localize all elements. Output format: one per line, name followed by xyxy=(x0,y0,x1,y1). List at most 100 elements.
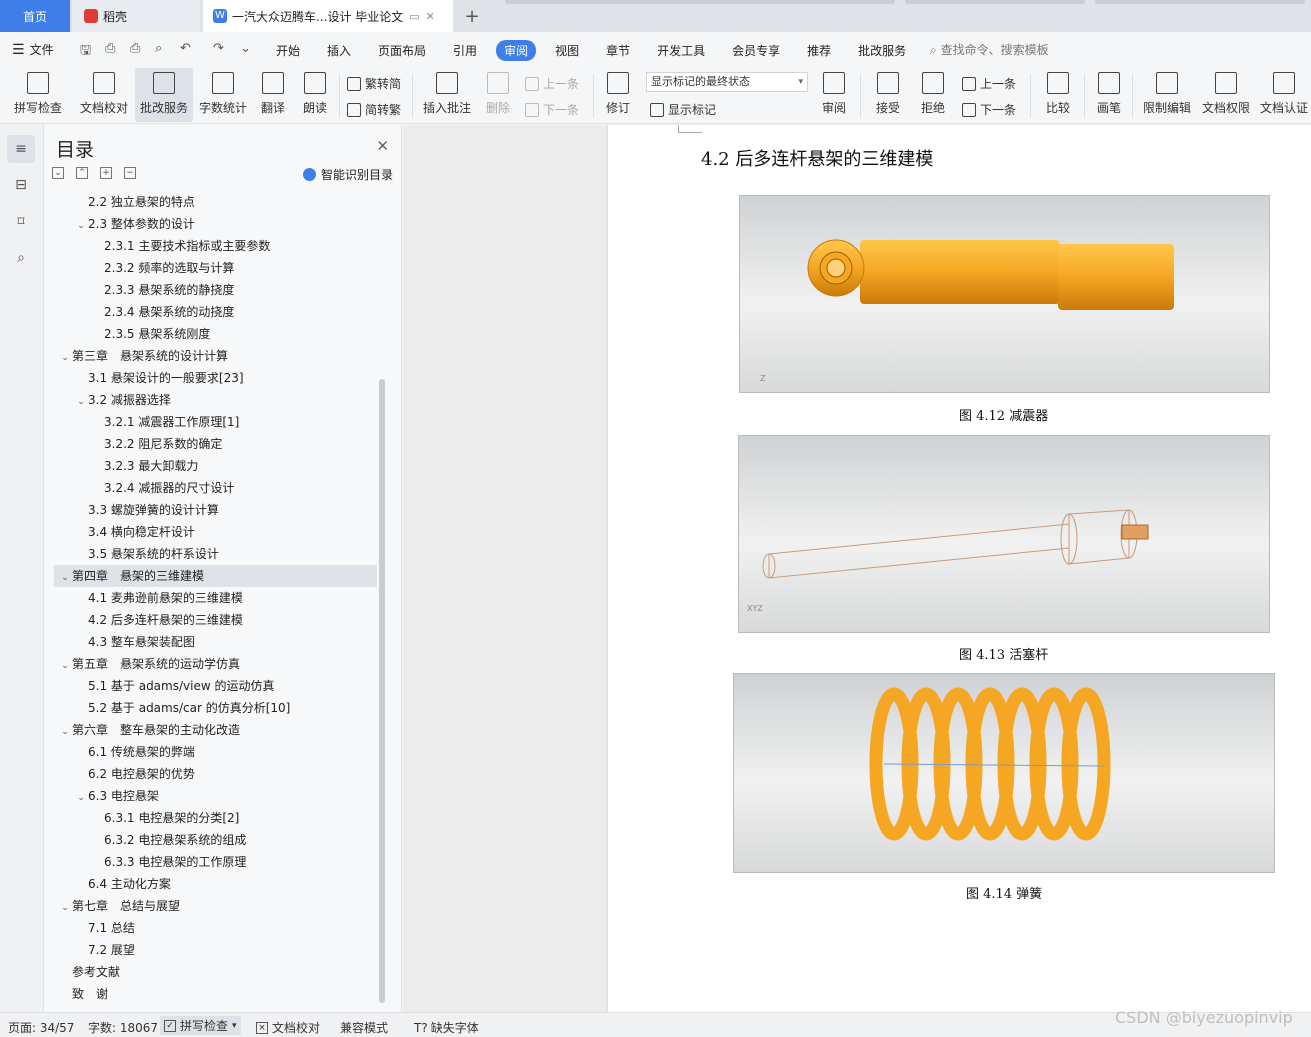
menu-tab[interactable]: 章节 xyxy=(598,40,638,61)
chevron-down-icon[interactable]: ⌄ xyxy=(58,347,72,369)
outline-item[interactable]: ⌄ 第三章 悬架系统的设计计算 xyxy=(54,345,377,367)
proofread-button[interactable]: 文档校对 xyxy=(76,68,132,122)
outline-item[interactable]: ⌄ 6.3 电控悬架 xyxy=(54,785,377,807)
outline-item[interactable]: 2.2 独立悬架的特点 xyxy=(54,191,377,213)
outline-item[interactable]: ⌄ 第七章 总结与展望 xyxy=(54,895,377,917)
ink-button[interactable]: 画笔 xyxy=(1092,68,1126,122)
outline-item[interactable]: 7.2 展望 xyxy=(54,939,377,961)
status-spellcheck-toggle[interactable]: ✓ 拼写检查 ▾ xyxy=(160,1016,241,1035)
prev-change-button[interactable]: 上一条 xyxy=(962,75,1016,92)
outline-item[interactable]: 6.3.2 电控悬架系统的组成 xyxy=(54,829,377,851)
redo-icon[interactable]: ↷ xyxy=(213,41,224,56)
menu-tab[interactable]: 视图 xyxy=(547,40,587,61)
accept-button[interactable]: 接受 xyxy=(868,68,908,122)
document-page[interactable]: 4.2 后多连杆悬架的三维建模 Z 图 4.12 减震器 XYZ 图 4.13 … xyxy=(608,125,1311,1012)
tab-document[interactable]: W 一汽大众迈腾车...设计 毕业论文 ▭ ✕ xyxy=(203,0,453,32)
spellcheck-button[interactable]: 拼写检查 xyxy=(8,68,68,122)
outline-item[interactable]: 7.1 总结 xyxy=(54,917,377,939)
outline-panel-icon[interactable]: ≡ xyxy=(7,135,35,163)
tab-home[interactable]: 首页 xyxy=(0,0,70,32)
outline-item[interactable]: 2.3.4 悬架系统的动挠度 xyxy=(54,301,377,323)
undo-icon[interactable]: ↶ xyxy=(180,41,191,56)
outline-item[interactable]: ⌄ 2.3 整体参数的设计 xyxy=(54,213,377,235)
chevron-down-icon[interactable]: ⌄ xyxy=(58,655,72,677)
word-count-indicator[interactable]: 字数: 18067 xyxy=(88,1019,158,1036)
prev-comment-button[interactable]: 上一条 xyxy=(525,75,579,92)
smart-toc-button[interactable]: 智能识别目录 xyxy=(302,166,393,183)
outline-item[interactable]: 3.4 横向稳定杆设计 xyxy=(54,521,377,543)
outline-item[interactable]: 4.2 后多连杆悬架的三维建模 xyxy=(54,609,377,631)
outline-item[interactable]: 3.5 悬架系统的杆系设计 xyxy=(54,543,377,565)
print-preview-icon[interactable]: ⌕ xyxy=(155,41,162,56)
chevron-down-icon[interactable]: ⌄ xyxy=(58,897,72,919)
next-comment-button[interactable]: 下一条 xyxy=(525,101,579,118)
outline-item[interactable]: 6.1 传统悬架的弊端 xyxy=(54,741,377,763)
chevron-down-icon[interactable]: ⌄ xyxy=(74,215,88,237)
outline-item[interactable]: 致 谢 xyxy=(54,983,377,1005)
remove-heading-icon[interactable]: − xyxy=(124,167,136,179)
outline-item[interactable]: 3.2.4 减振器的尺寸设计 xyxy=(54,477,377,499)
outline-item[interactable]: 3.1 悬架设计的一般要求[23] xyxy=(54,367,377,389)
outline-item[interactable]: ⌄ 3.2 减振器选择 xyxy=(54,389,377,411)
chevron-down-icon[interactable]: ⌄ xyxy=(58,721,72,743)
page-indicator[interactable]: 页面: 34/57 xyxy=(8,1019,74,1036)
outline-item[interactable]: 参考文献 xyxy=(54,961,377,983)
print-icon[interactable]: ⎙ xyxy=(130,41,140,56)
search-icon[interactable]: ⌕ xyxy=(11,248,31,268)
outline-item[interactable]: 3.2.2 阻尼系数的确定 xyxy=(54,433,377,455)
doc-certify-button[interactable]: 文档认证 xyxy=(1257,68,1311,122)
outline-item[interactable]: 6.3.3 电控悬架的工作原理 xyxy=(54,851,377,873)
restrict-edit-button[interactable]: 限制编辑 xyxy=(1140,68,1194,122)
menu-tab[interactable]: 开发工具 xyxy=(649,40,713,61)
pin-icon[interactable]: ▭ xyxy=(409,10,419,23)
track-changes-button[interactable]: 修订 xyxy=(600,68,636,122)
menu-tab[interactable]: 开始 xyxy=(268,40,308,61)
outline-item[interactable]: 4.1 麦弗逊前悬架的三维建模 xyxy=(54,587,377,609)
simp-to-trad-button[interactable]: 简转繁 xyxy=(347,101,401,118)
delete-comment-button[interactable]: 删除 xyxy=(480,68,516,122)
trad-to-simp-button[interactable]: 繁转简 xyxy=(347,75,401,92)
insert-comment-button[interactable]: 插入批注 xyxy=(420,68,474,122)
chevron-down-icon[interactable]: ⌄ xyxy=(74,391,88,413)
quick-access-dropdown-icon[interactable]: ⌄ xyxy=(240,41,251,56)
markup-state-select[interactable]: 显示标记的最终状态 ▾ xyxy=(646,72,808,92)
show-markup-button[interactable]: 显示标记 xyxy=(650,101,716,118)
expand-level-icon[interactable]: ⌃ xyxy=(76,167,88,179)
outline-item[interactable]: 5.2 基于 adams/car 的仿真分析[10] xyxy=(54,697,377,719)
menu-tab[interactable]: 引用 xyxy=(445,40,485,61)
outline-item[interactable]: 3.2.1 减震器工作原理[1] xyxy=(54,411,377,433)
outline-item[interactable]: 5.1 基于 adams/view 的运动仿真 xyxy=(54,675,377,697)
export-pdf-icon[interactable]: ⎙ xyxy=(105,41,115,56)
next-change-button[interactable]: 下一条 xyxy=(962,101,1016,118)
outline-item[interactable]: 2.3.1 主要技术指标或主要参数 xyxy=(54,235,377,257)
outline-item[interactable]: 6.2 电控悬架的优势 xyxy=(54,763,377,785)
outline-item[interactable]: 6.3.1 电控悬架的分类[2] xyxy=(54,807,377,829)
compare-button[interactable]: 比较 xyxy=(1038,68,1078,122)
menu-tab[interactable]: 插入 xyxy=(319,40,359,61)
chapter-nav-icon[interactable]: ⊟ xyxy=(11,175,31,195)
outline-item[interactable]: 2.3.3 悬架系统的静挠度 xyxy=(54,279,377,301)
close-icon[interactable]: ✕ xyxy=(376,137,389,155)
chevron-down-icon[interactable]: ⌄ xyxy=(74,787,88,809)
menu-tab[interactable]: 批改服务 xyxy=(850,40,914,61)
menu-tab[interactable]: 审阅 xyxy=(496,40,537,61)
menu-tab[interactable]: 页面布局 xyxy=(370,40,434,61)
translate-button[interactable]: 翻译 xyxy=(255,68,291,122)
outline-item[interactable]: ⌄ 第六章 整车悬架的主动化改造 xyxy=(54,719,377,741)
close-tab-icon[interactable]: ✕ xyxy=(426,10,435,23)
outline-item[interactable]: 3.3 螺旋弹簧的设计计算 xyxy=(54,499,377,521)
collapse-all-icon[interactable]: ⌄ xyxy=(52,167,64,179)
bookmark-icon[interactable]: ⌑ xyxy=(11,212,31,232)
status-proofread-button[interactable]: × 文档校对 xyxy=(256,1019,320,1036)
outline-item[interactable]: 2.3.2 频率的选取与计算 xyxy=(54,257,377,279)
outline-item[interactable]: 3.2.3 最大卸载力 xyxy=(54,455,377,477)
add-heading-icon[interactable]: + xyxy=(100,167,112,179)
outline-item[interactable]: 4.3 整车悬架装配图 xyxy=(54,631,377,653)
menu-tab[interactable]: 推荐 xyxy=(799,40,839,61)
outline-item[interactable]: 2.3.5 悬架系统刚度 xyxy=(54,323,377,345)
review-pane-button[interactable]: 审阅 xyxy=(814,68,854,122)
outline-scrollbar[interactable] xyxy=(379,379,385,1003)
menu-tab[interactable]: 会员专享 xyxy=(724,40,788,61)
outline-item[interactable]: ⌄ 第四章 悬架的三维建模 xyxy=(54,565,377,587)
outline-item[interactable]: ⌄ 第五章 悬架系统的运动学仿真 xyxy=(54,653,377,675)
